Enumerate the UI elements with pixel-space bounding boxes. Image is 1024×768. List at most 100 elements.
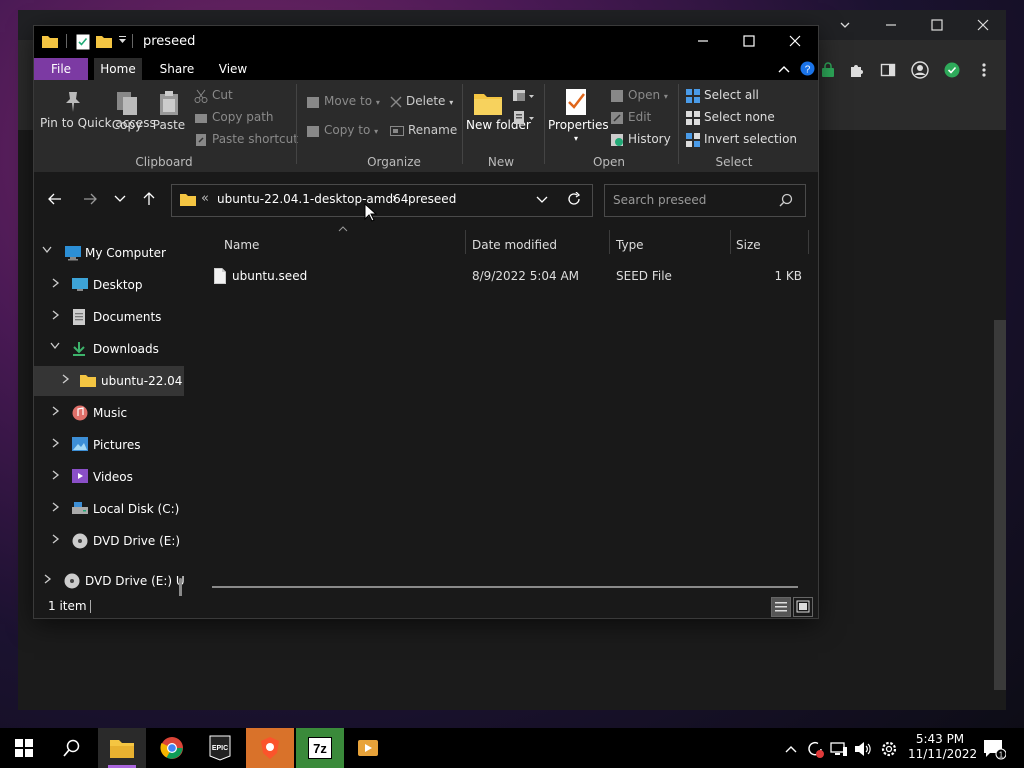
search-input[interactable]: Search preseed <box>604 184 806 217</box>
chevron-right-icon[interactable] <box>52 406 60 416</box>
cut-button[interactable]: Cut <box>194 88 233 103</box>
refresh-icon[interactable] <box>567 192 581 206</box>
tree-item-documents[interactable]: Documents <box>34 302 184 332</box>
column-header-name[interactable]: Name <box>224 232 259 258</box>
chevron-down-icon[interactable] <box>50 342 60 350</box>
properties-quick-access-icon[interactable] <box>76 34 90 50</box>
tab-home[interactable]: Home <box>94 58 142 80</box>
column-header-size[interactable]: Size <box>736 232 761 258</box>
rename-button[interactable]: Rename <box>390 123 457 137</box>
tree-item-desktop[interactable]: Desktop <box>34 270 184 300</box>
chevron-right-icon[interactable] <box>62 374 70 384</box>
system-clock[interactable]: 5:43 PM 11/11/2022 <box>908 732 977 762</box>
chevron-right-icon[interactable] <box>52 278 60 288</box>
profile-icon[interactable] <box>908 58 932 82</box>
delete-button[interactable]: Delete ▾ <box>390 94 453 108</box>
close-icon[interactable] <box>772 26 818 56</box>
copy-path-button[interactable]: Copy path <box>194 110 274 125</box>
forward-arrow-icon[interactable] <box>76 184 104 214</box>
copy-to-button[interactable]: Copy to ▾ <box>306 123 378 138</box>
breadcrumb-item-current[interactable]: preseed <box>408 192 456 206</box>
breadcrumb-item[interactable]: ubuntu-22.04.1-desktop-amd64 <box>217 192 408 206</box>
new-folder-button[interactable]: New folder <box>466 90 531 132</box>
notification-center-icon[interactable]: 1 <box>982 738 1006 760</box>
breadcrumb-overflow[interactable]: « <box>201 191 209 206</box>
more-menu-icon[interactable] <box>972 58 996 82</box>
file-row[interactable]: ubuntu.seed 8/9/2022 5:04 AM SEED File 1… <box>194 262 818 292</box>
edit-button[interactable]: Edit <box>610 110 651 125</box>
minimize-icon[interactable] <box>868 10 914 40</box>
file-explorer-icon[interactable] <box>98 728 146 768</box>
paste-shortcut-button[interactable]: Paste shortcut <box>194 132 298 147</box>
media-player-icon[interactable] <box>344 728 392 768</box>
tree-item-my-computer[interactable]: My Computer <box>34 238 184 268</box>
column-separator[interactable] <box>730 230 731 254</box>
select-all-button[interactable]: Select all <box>686 88 759 103</box>
customize-quick-access-icon[interactable] <box>118 36 127 46</box>
maximize-icon[interactable] <box>914 10 960 40</box>
chevron-down-icon[interactable] <box>822 10 868 40</box>
tree-item-videos[interactable]: Videos <box>34 462 184 492</box>
tree-item-local-disk[interactable]: Local Disk (C:) <box>34 494 184 524</box>
show-hidden-icons-chevron-icon[interactable] <box>782 740 800 758</box>
back-arrow-icon[interactable] <box>41 184 69 214</box>
large-icons-view-icon[interactable] <box>793 597 813 617</box>
tree-item-downloads[interactable]: Downloads <box>34 334 184 364</box>
chevron-right-icon[interactable] <box>52 534 60 544</box>
brave-icon[interactable] <box>246 728 294 768</box>
settings-gear-icon[interactable] <box>880 740 898 758</box>
shield-extension-icon[interactable] <box>940 58 964 82</box>
help-icon[interactable]: ? <box>800 61 815 76</box>
chevron-down-icon[interactable] <box>42 246 52 254</box>
chevron-right-icon[interactable] <box>52 502 60 512</box>
tree-item-dvd-drive[interactable]: DVD Drive (E:) U <box>34 526 184 556</box>
column-header-date-modified[interactable]: Date modified <box>472 232 557 258</box>
new-item-button[interactable] <box>512 88 536 104</box>
details-view-icon[interactable] <box>771 597 791 617</box>
chevron-right-icon[interactable] <box>44 574 52 584</box>
network-icon[interactable] <box>830 740 848 758</box>
easy-access-button[interactable] <box>512 110 536 126</box>
up-arrow-icon[interactable] <box>135 184 163 214</box>
select-none-button[interactable]: Select none <box>686 110 775 125</box>
extensions-puzzle-icon[interactable] <box>844 58 868 82</box>
horizontal-scrollbar[interactable] <box>212 586 798 588</box>
tree-item-pictures[interactable]: Pictures <box>34 430 184 460</box>
copy-button[interactable]: Copy <box>110 90 144 132</box>
chrome-icon[interactable] <box>148 728 196 768</box>
history-button[interactable]: History <box>610 132 671 147</box>
start-icon[interactable] <box>0 728 48 768</box>
close-icon[interactable] <box>960 10 1006 40</box>
side-panel-icon[interactable] <box>876 58 900 82</box>
tab-share[interactable]: Share <box>152 58 202 80</box>
tree-item-ubuntu-folder[interactable]: ubuntu-22.04 <box>34 366 184 396</box>
tab-file[interactable]: File <box>34 58 88 80</box>
lock-extension-icon[interactable] <box>816 58 840 82</box>
tree-item-music[interactable]: Music <box>34 398 184 428</box>
nav-pane-scrollbar[interactable] <box>179 578 182 596</box>
title-bar[interactable]: preseed <box>34 26 818 58</box>
column-header-type[interactable]: Type <box>616 232 644 258</box>
invert-selection-button[interactable]: Invert selection <box>686 132 797 147</box>
tree-item-dvd-drive-root[interactable]: DVD Drive (E:) Ub <box>34 566 184 596</box>
column-separator[interactable] <box>609 230 610 254</box>
chevron-right-icon[interactable] <box>52 470 60 480</box>
search-icon[interactable] <box>48 728 96 768</box>
chevron-right-icon[interactable] <box>52 310 60 320</box>
address-bar[interactable]: « ubuntu-22.04.1-desktop-amd64 › preseed <box>171 184 593 217</box>
epic-games-icon[interactable]: EPIC <box>196 728 244 768</box>
chevron-right-icon[interactable] <box>52 438 60 448</box>
volume-icon[interactable] <box>854 740 872 758</box>
address-history-chevron-icon[interactable] <box>536 196 548 204</box>
move-to-button[interactable]: Move to ▾ <box>306 94 380 109</box>
properties-button[interactable]: Properties ▾ <box>548 88 609 145</box>
7zip-icon[interactable]: 7z <box>296 728 344 768</box>
open-button[interactable]: Open ▾ <box>610 88 668 103</box>
pin-to-quick-access-button[interactable]: Pin to Quick access <box>40 90 156 130</box>
recent-locations-chevron-icon[interactable] <box>106 184 134 214</box>
search-icon[interactable] <box>779 193 793 207</box>
column-separator[interactable] <box>808 230 809 254</box>
tab-view[interactable]: View <box>210 58 256 80</box>
collapse-ribbon-icon[interactable] <box>778 64 790 74</box>
sync-icon[interactable] <box>806 740 824 758</box>
